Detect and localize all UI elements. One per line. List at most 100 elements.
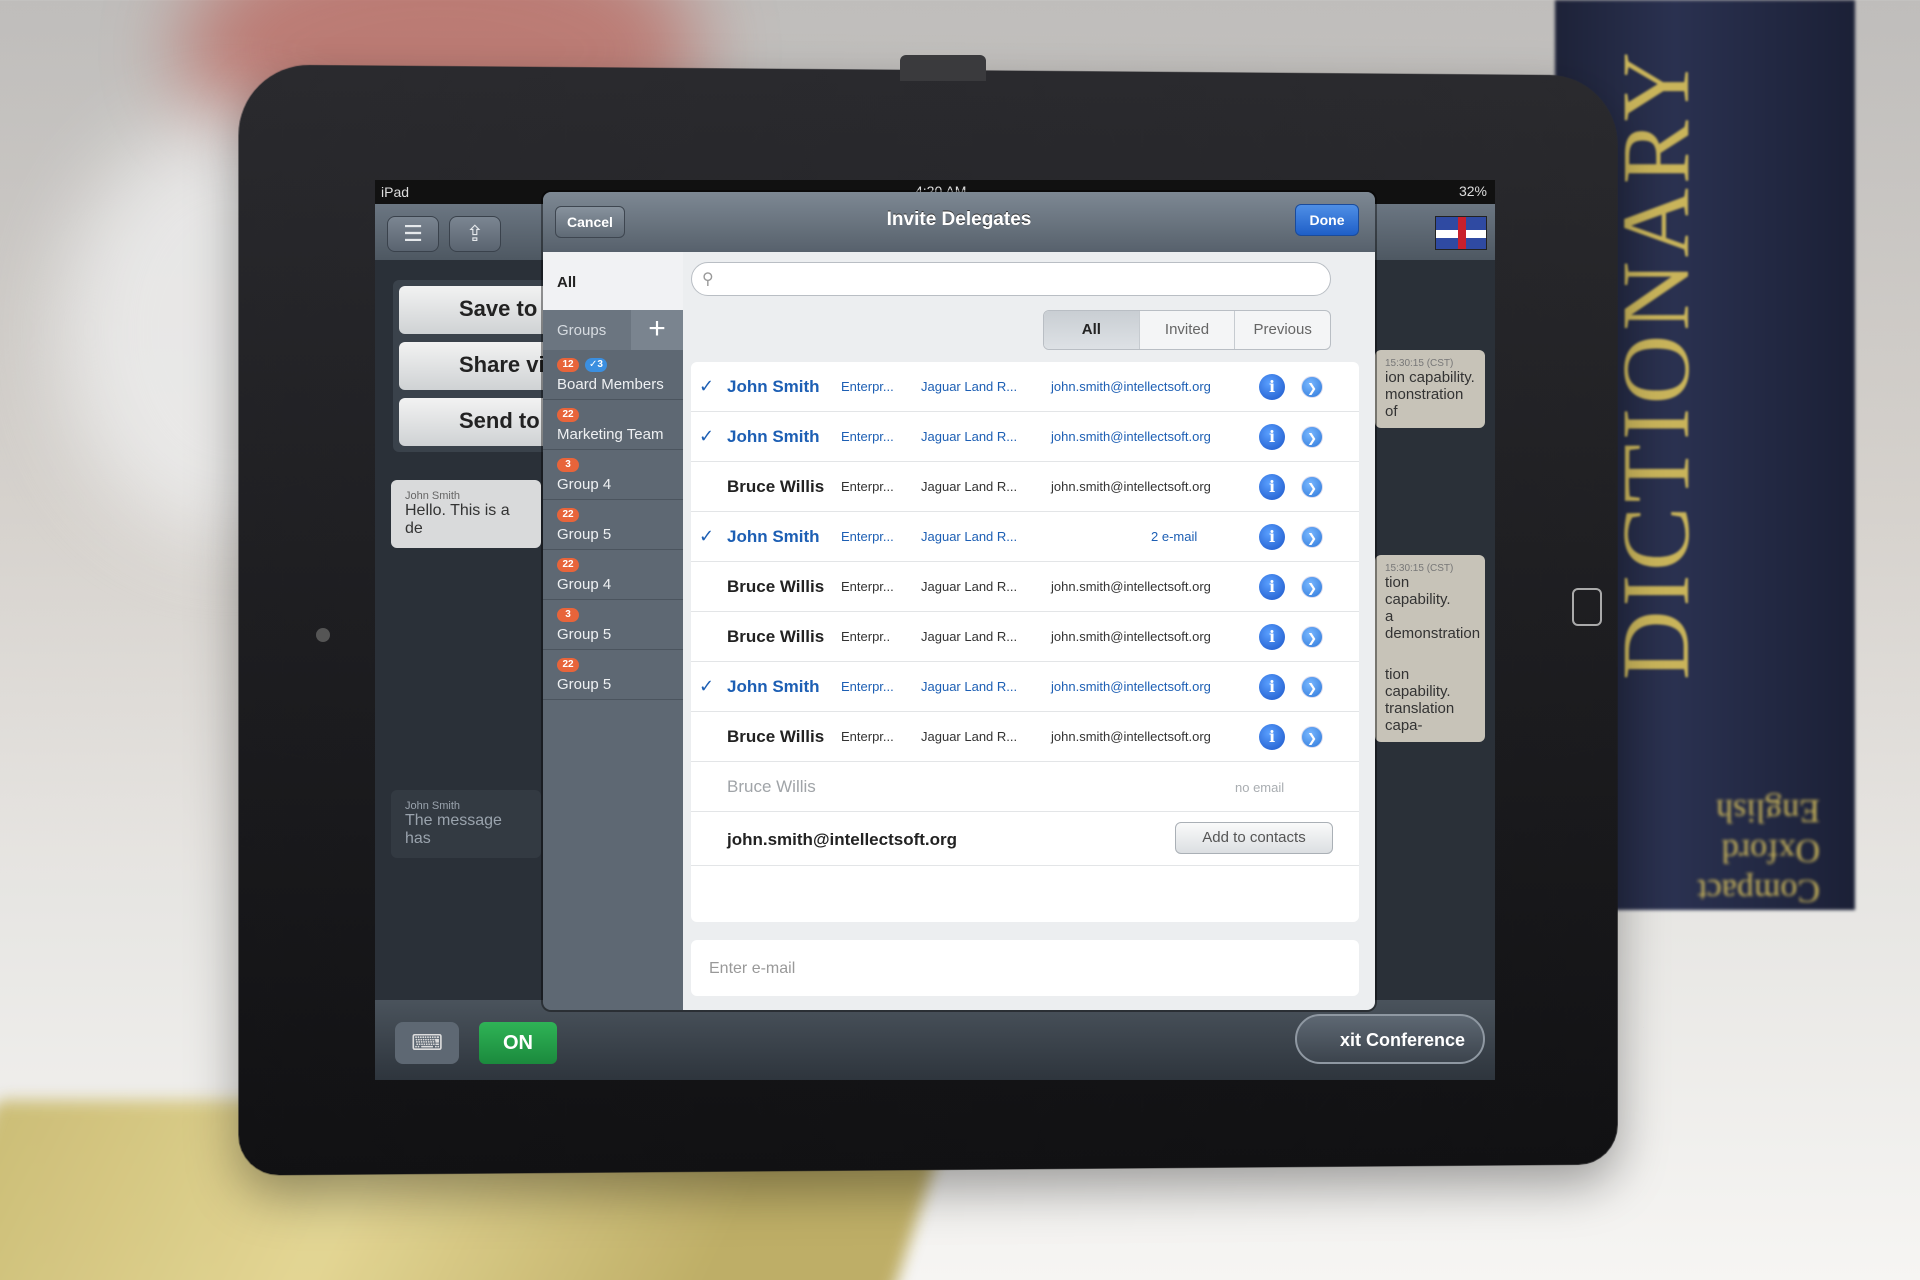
modal-title: Invite Delegates (886, 209, 1032, 230)
message-sender: John Smith (405, 800, 461, 812)
checkmark-icon: ✓ (699, 376, 715, 396)
search-icon: ⚲ (702, 271, 714, 288)
contact-row[interactable]: ✓ John Smith Enterpr... Jaguar Land R... joh… (691, 412, 1359, 462)
ipad-screen: iPad 4:20 AM 32% ☰ ⇪ Save to Share via S… (375, 180, 1495, 1080)
new-email-address: john.smith@intellectsoft.org (727, 830, 958, 849)
message-text: tion capability. (1385, 574, 1451, 608)
group-label: Group 5 (557, 676, 612, 693)
group-invited-badge: ✓3 (585, 358, 607, 372)
groups-panel: All Groups + 12 ✓3 Board Members 22 Mark… (543, 252, 683, 1010)
checkmark-icon: ✓ (699, 426, 715, 446)
group-label: Board Members (557, 376, 664, 393)
checkmark-icon: ✓ (699, 526, 715, 546)
info-icon[interactable]: i (1259, 624, 1285, 650)
share-button[interactable]: ⇪ (449, 216, 501, 252)
contact-name: John Smith (727, 377, 820, 396)
group-label: Marketing Team (557, 426, 664, 443)
message-text: translation capa- (1385, 700, 1455, 734)
done-button[interactable]: Done (1295, 204, 1359, 236)
contact-row[interactable]: Bruce Willis Enterpr.. Jaguar Land R... joh… (691, 612, 1359, 662)
group-item[interactable]: 22 Marketing Team (543, 400, 683, 450)
info-icon[interactable]: i (1259, 474, 1285, 500)
new-email-row: john.smith@intellectsoft.org Add to cont… (691, 812, 1359, 866)
invite-delegates-modal: Cancel Invite Delegates Done All Groups … (543, 192, 1375, 1010)
info-icon[interactable]: i (1259, 724, 1285, 750)
battery-level: 32% (1458, 183, 1487, 199)
group-label: Group 5 (557, 526, 612, 543)
add-to-contacts-button[interactable]: Add to contacts (1175, 822, 1333, 854)
group-item[interactable]: 3 Group 5 (543, 600, 683, 650)
contact-email: john.smith@intellectsoft.org (1051, 579, 1211, 594)
contact-organization: Enterpr... (841, 379, 894, 394)
contact-name: Bruce Willis (727, 727, 825, 746)
contact-row[interactable]: Bruce Willis Enterpr... Jaguar Land R... jo… (691, 712, 1359, 762)
info-icon[interactable]: i (1259, 574, 1285, 600)
contact-row[interactable]: Bruce Willis Enterpr... Jaguar Land R... jo… (691, 562, 1359, 612)
segment-previous[interactable]: Previous (1235, 311, 1330, 349)
contact-name: Bruce Willis (727, 627, 825, 646)
contact-company: Jaguar Land R... (921, 429, 1018, 444)
ipad-stand-clip (900, 55, 986, 81)
exit-conference-button[interactable]: xit Conference (1295, 1014, 1485, 1064)
share-menu: Save to Share via Send to yo (393, 280, 599, 452)
groups-header-label: Groups (557, 322, 607, 339)
info-icon[interactable]: i (1259, 424, 1285, 450)
menu-button[interactable]: ☰ (387, 216, 439, 252)
keyboard-button[interactable]: ⌨ (395, 1022, 459, 1064)
disclosure-arrow-icon[interactable]: ❯ (1301, 476, 1323, 498)
segment-all[interactable]: All (1044, 311, 1140, 349)
chat-message-right: 15:30:15 (CST) ion capability. monstrati… (1375, 350, 1485, 428)
info-icon[interactable]: i (1259, 674, 1285, 700)
disclosure-arrow-icon[interactable]: ❯ (1301, 676, 1323, 698)
disclosure-arrow-icon[interactable]: ❯ (1301, 526, 1323, 548)
contact-row[interactable]: Bruce Willis Enterpr... Jaguar Land R... jo… (691, 462, 1359, 512)
contact-name: John Smith (727, 677, 820, 696)
contact-row[interactable]: ✓ John Smith Enterpr... Jaguar Land R... joh… (691, 362, 1359, 412)
group-item[interactable]: 12 ✓3 Board Members (543, 350, 683, 400)
chat-message-dark: John Smith The message has (391, 790, 541, 858)
contact-row[interactable]: ✓ John Smith Enterpr... Jaguar Land R... 2 e… (691, 512, 1359, 562)
message-text: ion capability. (1385, 369, 1475, 386)
on-toggle[interactable]: ON (479, 1022, 557, 1064)
group-count-badge: 22 (557, 408, 579, 422)
segment-invited[interactable]: Invited (1140, 311, 1236, 349)
contact-email: john.smith@intellectsoft.org (1051, 379, 1211, 394)
language-flag-icon[interactable] (1435, 216, 1487, 250)
info-icon[interactable]: i (1259, 524, 1285, 550)
add-group-button[interactable]: + (631, 310, 683, 350)
contact-row-no-email[interactable]: Bruce Willis no email (691, 762, 1359, 812)
group-item[interactable]: 22 Group 4 (543, 550, 683, 600)
contact-company: Jaguar Land R... (921, 529, 1018, 544)
group-item[interactable]: 22 Group 5 (543, 500, 683, 550)
contact-list: Bruce Willis no email john.smith@intelle… (691, 362, 1359, 922)
message-text: a demonstration (1385, 608, 1481, 642)
disclosure-arrow-icon[interactable]: ❯ (1301, 726, 1323, 748)
disclosure-arrow-icon[interactable]: ❯ (1301, 426, 1323, 448)
contact-company: Jaguar Land R... (921, 679, 1018, 694)
contact-organization: Enterpr... (841, 529, 894, 544)
no-email-note: no email (1235, 780, 1285, 795)
keyboard-icon: ⌨ (411, 1030, 443, 1055)
contact-row[interactable]: ✓ John Smith Enterpr... Jaguar Land R... joh… (691, 662, 1359, 712)
plus-icon: + (648, 312, 666, 345)
message-text: The message has (405, 812, 502, 847)
email-input[interactable]: Enter e-mail (691, 940, 1359, 996)
search-input[interactable]: ⚲ (691, 262, 1331, 296)
contact-email: john.smith@intellectsoft.org (1051, 479, 1211, 494)
group-all[interactable]: All (543, 252, 683, 310)
contact-organization: Enterpr... (841, 429, 894, 444)
contact-company: Jaguar Land R... (921, 379, 1018, 394)
contact-name: Bruce Willis (727, 477, 825, 496)
disclosure-arrow-icon[interactable]: ❯ (1301, 576, 1323, 598)
message-text: Hello. This is a de (405, 502, 510, 537)
group-item[interactable]: 22 Group 5 (543, 650, 683, 700)
modal-title-bar: Cancel Invite Delegates Done (543, 192, 1375, 252)
message-text: tion capability. (1385, 666, 1451, 700)
info-icon[interactable]: i (1259, 374, 1285, 400)
chat-message-right: 15:30:15 (CST) tion capability. a demons… (1375, 555, 1485, 742)
disclosure-arrow-icon[interactable]: ❯ (1301, 626, 1323, 648)
contact-email: john.smith@intellectsoft.org (1051, 729, 1211, 744)
group-item[interactable]: 3 Group 4 (543, 450, 683, 500)
disclosure-arrow-icon[interactable]: ❯ (1301, 376, 1323, 398)
message-sender: John Smith (405, 490, 461, 502)
